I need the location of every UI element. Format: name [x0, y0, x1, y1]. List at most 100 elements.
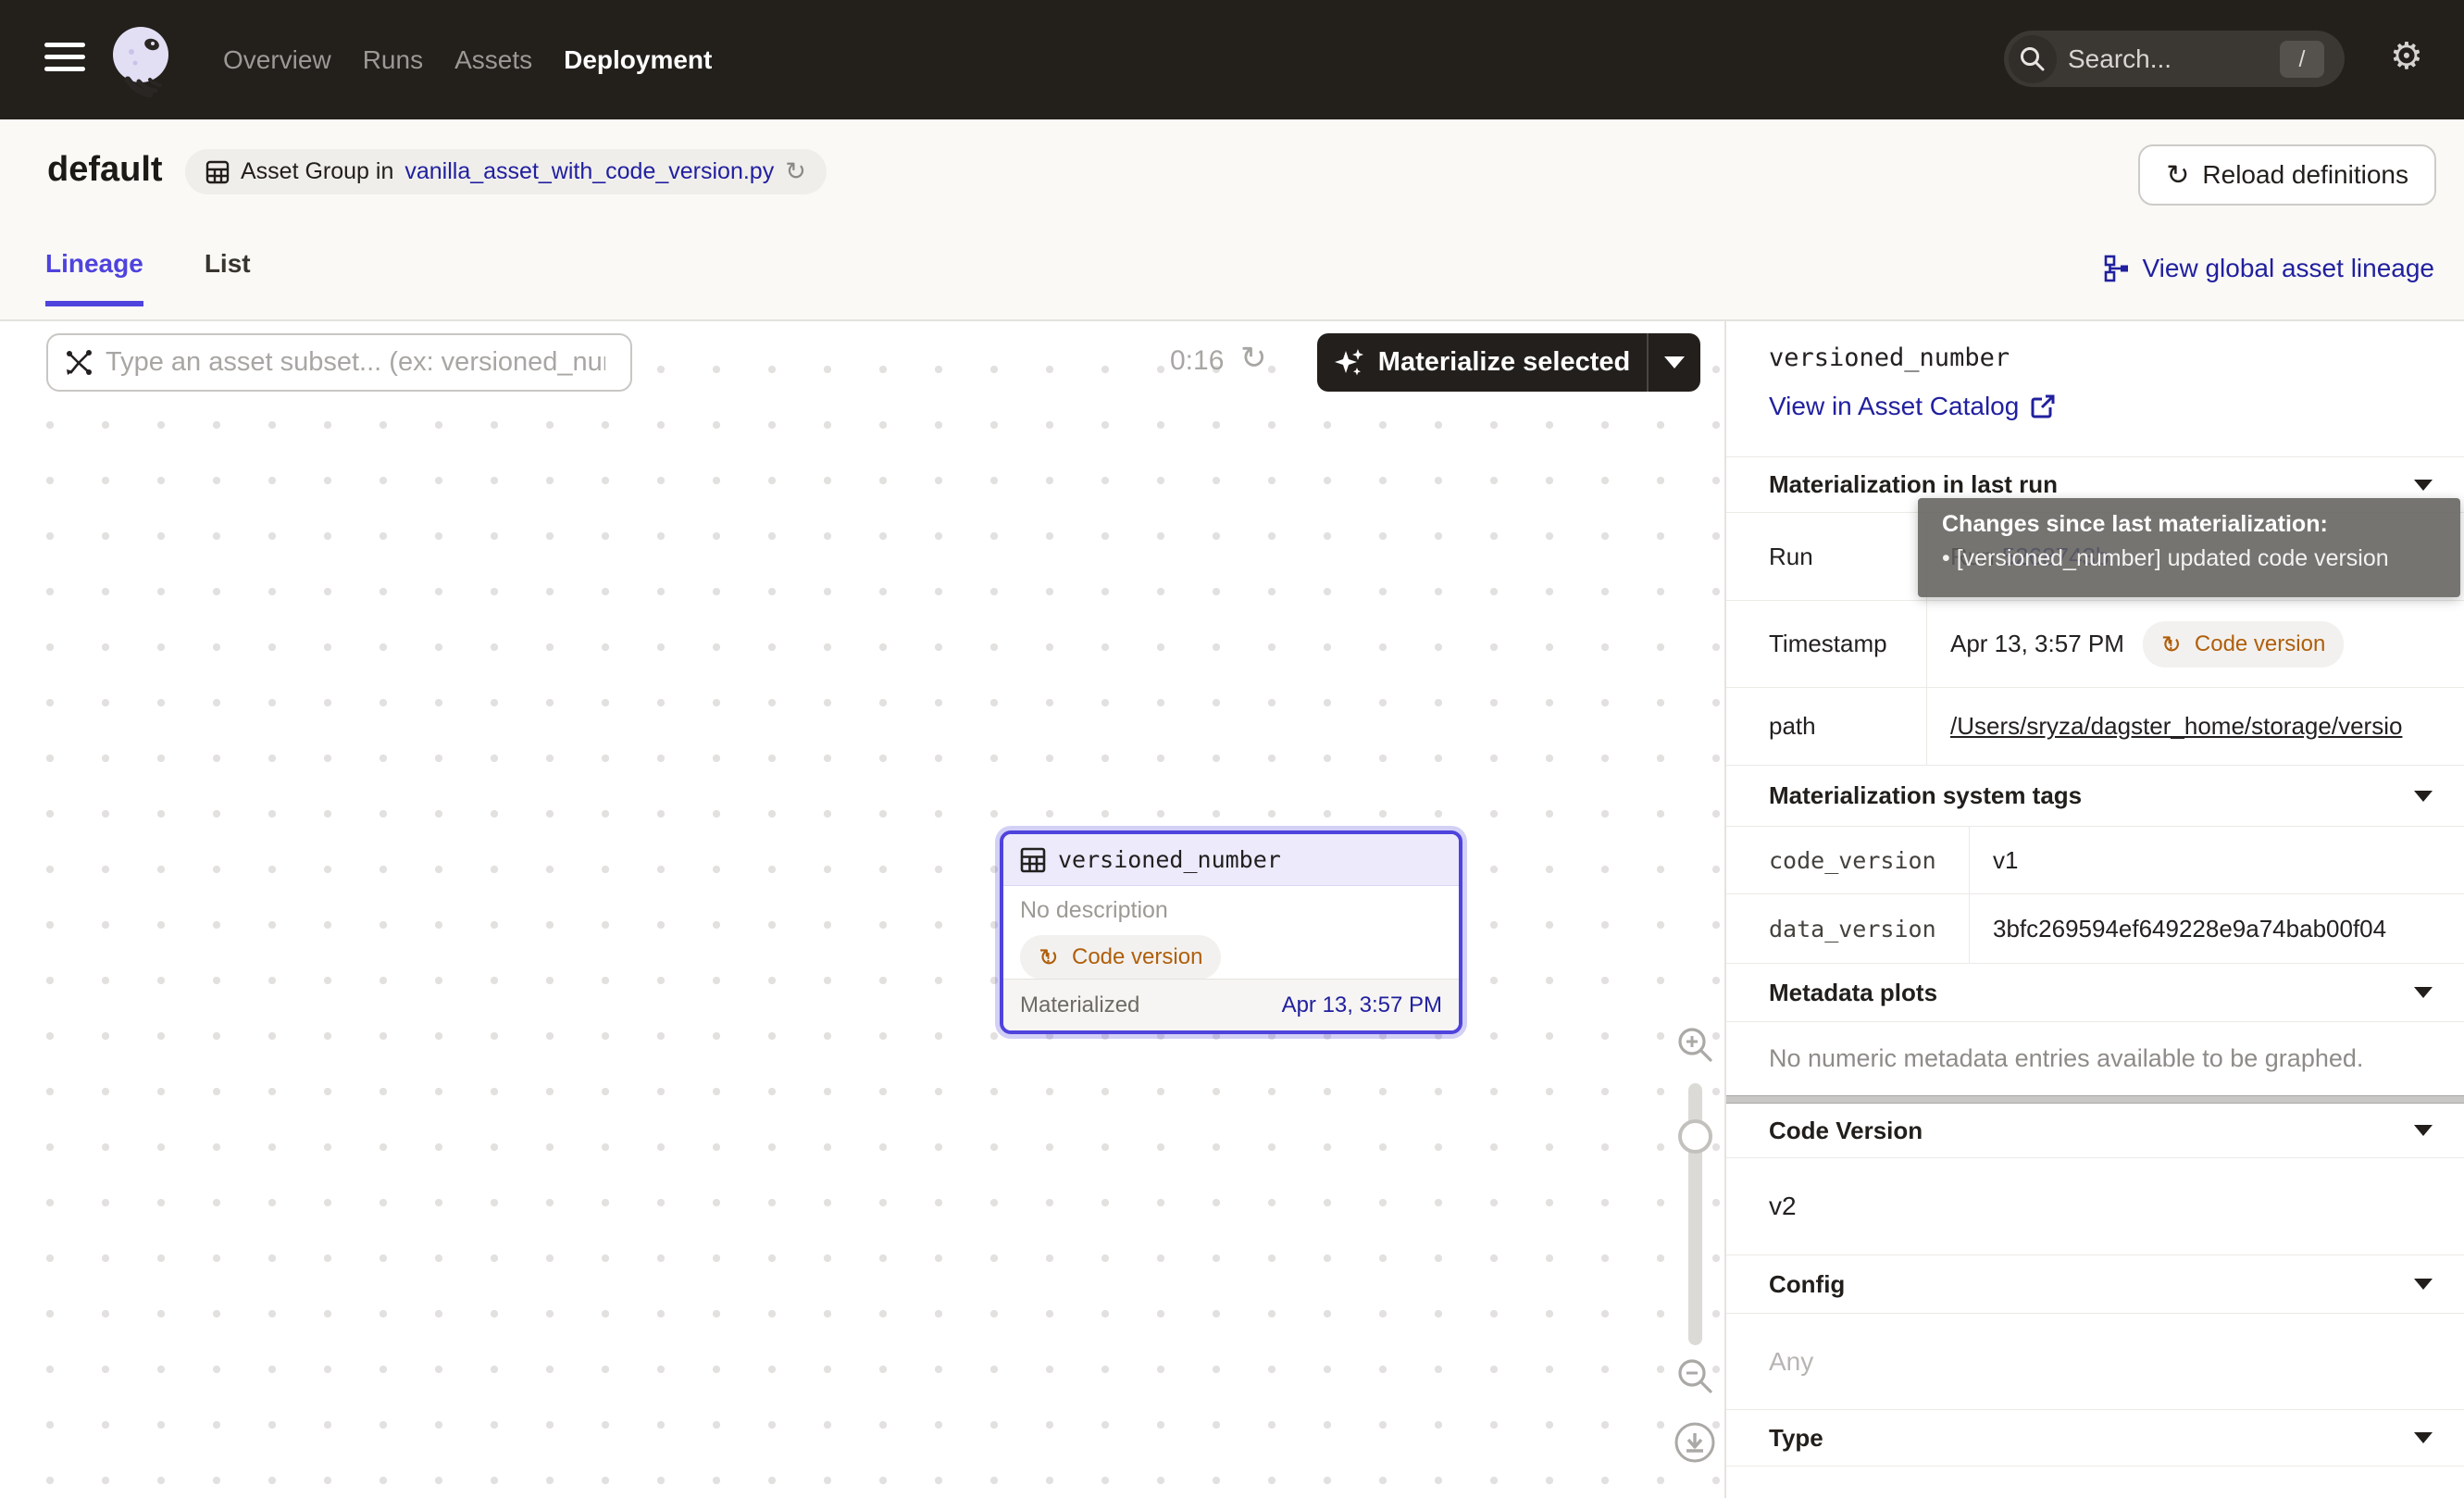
breadcrumb-refresh-icon[interactable] [785, 157, 806, 186]
system-tags-table: code_version v1 data_version 3bfc269594e… [1726, 826, 2464, 964]
breadcrumb-prefix: Asset Group in [241, 158, 393, 185]
external-link-icon [2030, 393, 2056, 419]
section-label: Code Version [1769, 1117, 1923, 1145]
changes-tooltip: Changes since last materialization: • [v… [1918, 498, 2460, 597]
collapse-caret-icon [2414, 480, 2433, 491]
asset-node-description: No description [1020, 897, 1442, 924]
code-version-badge-label: Code version [1072, 944, 1202, 970]
asset-node-header: versioned_number [1003, 834, 1459, 886]
asset-node-footer: Materialized Apr 13, 3:57 PM [1003, 979, 1459, 1030]
breadcrumb-file-link[interactable]: vanilla_asset_with_code_version.py [404, 158, 774, 185]
tag-key: code_version [1726, 827, 1970, 893]
collapse-caret-icon [2414, 987, 2433, 998]
timestamp-row: Timestamp Apr 13, 3:57 PM Code version [1726, 601, 2464, 688]
collapse-caret-icon [2414, 1279, 2433, 1290]
lineage-canvas[interactable]: 0:16 Materialize selected versioned_numb… [0, 321, 1724, 1498]
nav-link-assets[interactable]: Assets [454, 45, 532, 75]
tag-key: data_version [1726, 894, 1970, 963]
sync-alert-icon [1039, 943, 1063, 971]
section-label: Metadata plots [1769, 979, 1937, 1007]
section-type[interactable]: Type [1726, 1409, 2464, 1466]
breadcrumb: Asset Group in vanilla_asset_with_code_v… [185, 149, 827, 194]
dagster-logo[interactable] [107, 24, 178, 98]
asset-node-title: versioned_number [1058, 846, 1281, 873]
tooltip-title: Changes since last materialization: [1942, 511, 2436, 538]
nav-link-overview[interactable]: Overview [223, 45, 331, 75]
path-label: path [1726, 688, 1927, 765]
timestamp-label: Timestamp [1726, 601, 1927, 687]
zoom-in-button[interactable] [1675, 1025, 1716, 1066]
menu-icon[interactable] [44, 43, 85, 77]
zoom-out-button[interactable] [1675, 1356, 1716, 1397]
sidebar-asset-title: versioned_number [1769, 343, 2010, 372]
section-label: Materialization in last run [1769, 470, 2058, 499]
tag-value: 3bfc269594ef649228e9a74bab00f04 [1970, 894, 2464, 963]
lineage-graph-icon [2104, 255, 2130, 282]
section-label: Config [1769, 1270, 1845, 1299]
search-input[interactable] [2068, 44, 2253, 74]
badge-label: Code version [2195, 631, 2325, 657]
nav-link-runs[interactable]: Runs [363, 45, 423, 75]
page-title: default [47, 150, 163, 190]
nav-link-deployment[interactable]: Deployment [564, 45, 712, 75]
gear-icon[interactable]: ⚙ [2390, 35, 2423, 78]
collapse-caret-icon [2414, 1125, 2433, 1136]
page-header: default Asset Group in vanilla_asset_wit… [0, 119, 2464, 321]
sparkle-icon [1334, 347, 1365, 379]
section-metadata-plots[interactable]: Metadata plots [1726, 964, 2464, 1021]
collapse-caret-icon [2414, 791, 2433, 802]
asset-sidebar: versioned_number View in Asset Catalog M… [1724, 321, 2464, 1498]
materialize-selected-button[interactable]: Materialize selected [1317, 333, 1700, 392]
code-version-value: v2 [1769, 1192, 1797, 1221]
zoom-slider-handle[interactable] [1678, 1119, 1712, 1154]
materialized-timestamp-link[interactable]: Apr 13, 3:57 PM [1282, 992, 1442, 1018]
run-label: Run [1726, 513, 1927, 600]
section-code-version[interactable]: Code Version [1726, 1104, 2464, 1157]
refresh-timer: 0:16 [1170, 345, 1224, 377]
path-value-link[interactable]: /Users/sryza/dagster_home/storage/versio [1950, 712, 2402, 741]
materialized-status-label: Materialized [1020, 992, 1139, 1018]
asset-node-body: No description Code version [1003, 886, 1459, 980]
tag-value: v1 [1970, 827, 2464, 893]
collapse-caret-icon [2414, 1432, 2433, 1443]
catalog-link-label: View in Asset Catalog [1769, 392, 2019, 421]
refresh-icon [2166, 159, 2189, 192]
panel-splitter-handle[interactable] [1726, 1095, 2464, 1104]
section-config[interactable]: Config [1726, 1255, 2464, 1313]
search-icon [2009, 35, 2057, 83]
tab-lineage[interactable]: Lineage [45, 249, 143, 306]
tab-list[interactable]: List [205, 249, 251, 306]
sync-alert-icon [2161, 630, 2185, 658]
tooltip-item: • [versioned_number] updated code versio… [1942, 545, 2436, 572]
metadata-plots-empty-message: No numeric metadata entries available to… [1769, 1044, 2363, 1073]
asset-node-versioned-number[interactable]: versioned_number No description Code ver… [1000, 830, 1462, 1034]
reload-definitions-label: Reload definitions [2202, 160, 2408, 190]
code-version-badge[interactable]: Code version [1020, 935, 1221, 980]
section-label: Type [1769, 1424, 1823, 1453]
section-label: Materialization system tags [1769, 781, 2082, 810]
materialize-dropdown-caret[interactable] [1649, 333, 1700, 392]
path-row: path /Users/sryza/dagster_home/storage/v… [1726, 688, 2464, 766]
view-global-asset-lineage-link[interactable]: View global asset lineage [2104, 254, 2434, 283]
asset-subset-filter[interactable] [46, 333, 632, 392]
table-icon [1020, 847, 1046, 873]
timestamp-value: Apr 13, 3:57 PM [1950, 630, 2124, 658]
reload-definitions-button[interactable]: Reload definitions [2138, 144, 2436, 206]
canvas-refresh-icon[interactable] [1240, 340, 1267, 377]
config-value: Any [1769, 1347, 1813, 1377]
view-tabs: Lineage List [45, 249, 251, 306]
asset-subset-input[interactable] [106, 347, 605, 378]
timestamp-code-version-badge[interactable]: Code version [2143, 621, 2344, 668]
top-nav: Overview Runs Assets Deployment / ⚙ [0, 0, 2464, 119]
download-image-button[interactable] [1674, 1421, 1716, 1464]
tag-row-data-version: data_version 3bfc269594ef649228e9a74bab0… [1726, 894, 2464, 964]
search-bar[interactable]: / [2004, 31, 2345, 87]
search-shortcut-badge: / [2280, 41, 2324, 78]
asset-group-icon [205, 160, 230, 184]
materialize-label: Materialize selected [1378, 347, 1630, 378]
section-system-tags[interactable]: Materialization system tags [1726, 766, 2464, 826]
tag-row-code-version: code_version v1 [1726, 827, 2464, 894]
asset-graph-icon [63, 347, 94, 379]
view-in-asset-catalog-link[interactable]: View in Asset Catalog [1769, 392, 2056, 421]
nav-links: Overview Runs Assets Deployment [223, 0, 712, 119]
